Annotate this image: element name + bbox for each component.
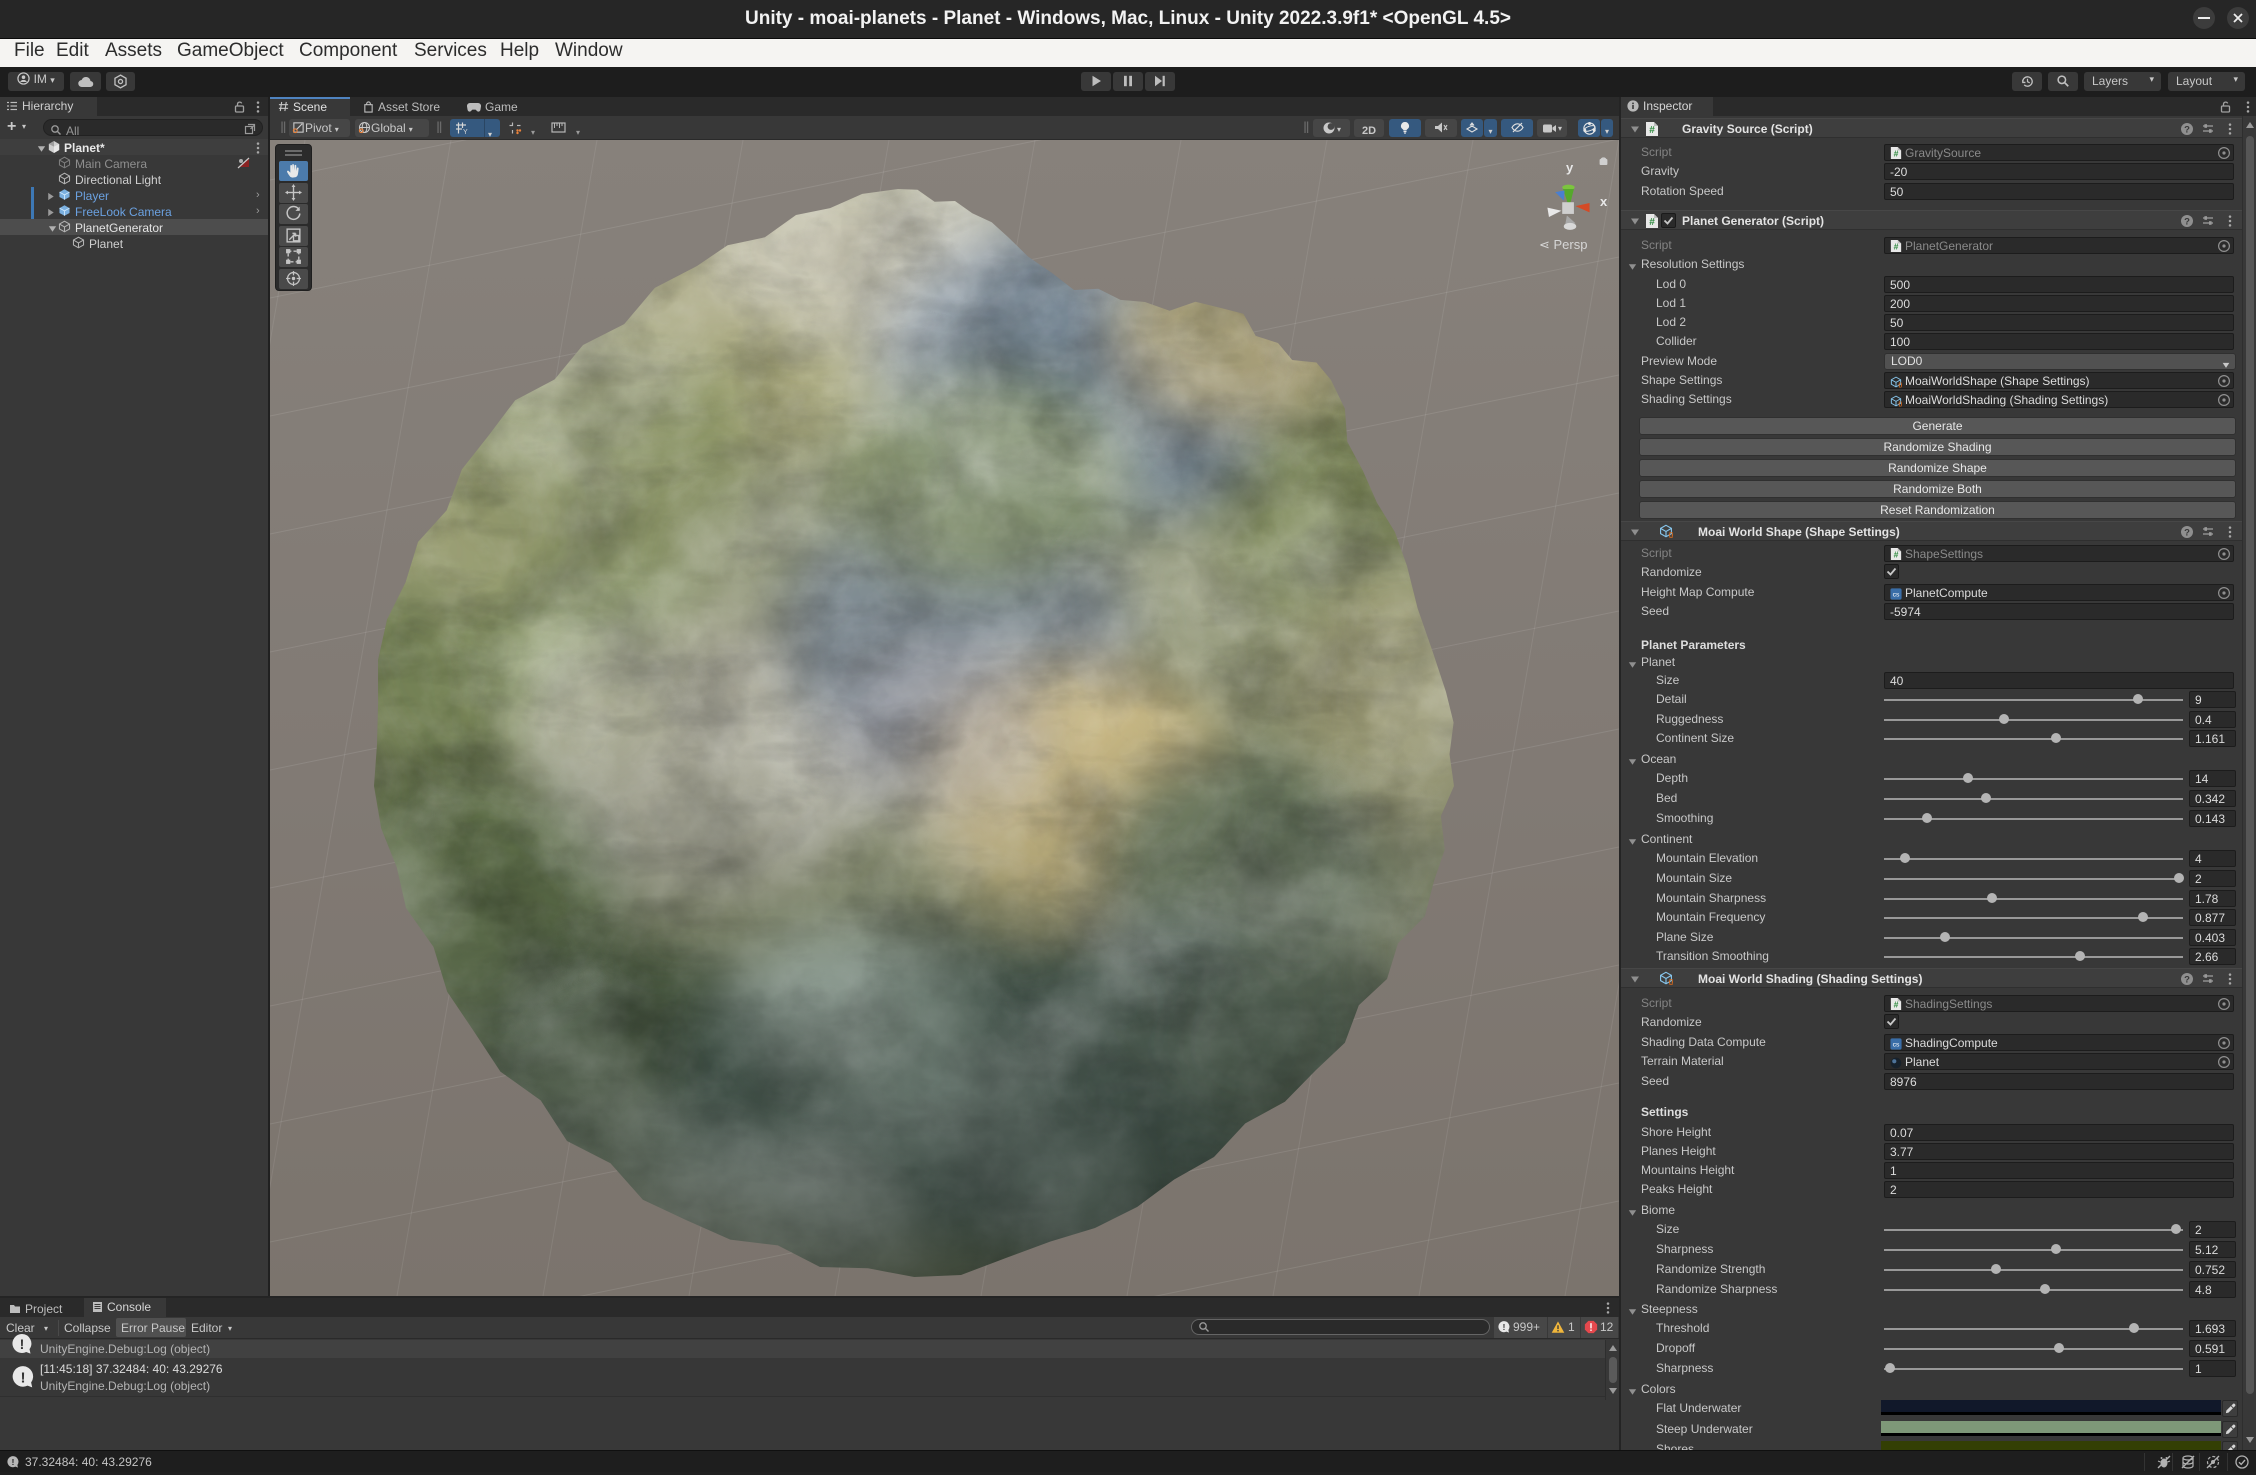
svg-text:#: # <box>1649 217 1655 228</box>
svg-text:?: ? <box>2184 974 2190 985</box>
svg-text:!: ! <box>1503 1323 1506 1332</box>
svg-text:?: ? <box>2184 216 2190 227</box>
svg-text:!: ! <box>20 1369 25 1386</box>
svg-text:#: # <box>1649 125 1655 136</box>
svg-text:{}: {} <box>1898 402 1902 408</box>
svg-text:#: # <box>1894 148 1899 158</box>
svg-text:#: # <box>1894 241 1899 251</box>
svg-text:?: ? <box>2184 124 2190 135</box>
svg-text:#: # <box>1894 999 1899 1009</box>
svg-text:{}: {} <box>1898 383 1902 389</box>
svg-text:{}: {} <box>1669 531 1673 538</box>
svg-text:!: ! <box>20 1336 25 1352</box>
svg-text:cs: cs <box>1893 592 1900 599</box>
svg-text:Y: Y <box>463 129 468 135</box>
svg-text:{}: {} <box>1669 978 1673 985</box>
svg-text:x: x <box>1600 194 1608 209</box>
svg-text:y: y <box>1566 160 1574 175</box>
svg-text:cs: cs <box>1893 1042 1900 1049</box>
svg-text:?: ? <box>2184 527 2190 538</box>
svg-text:!: ! <box>12 1458 15 1467</box>
svg-text:#: # <box>1894 549 1899 559</box>
